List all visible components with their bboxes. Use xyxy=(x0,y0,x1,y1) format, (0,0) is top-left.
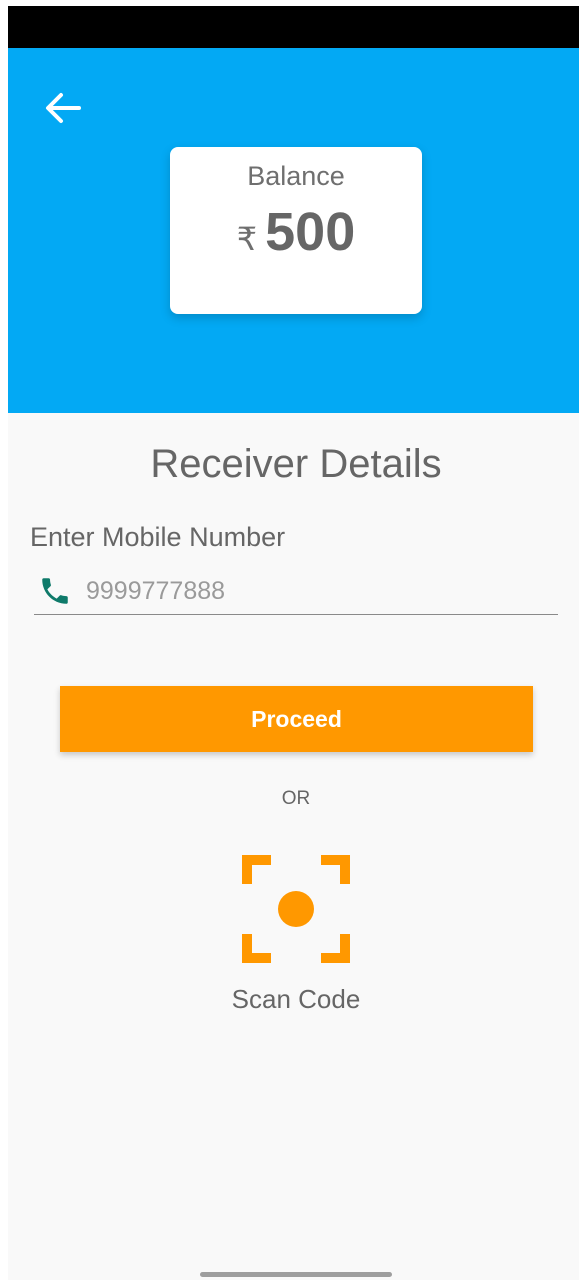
balance-amount-row: ₹ 500 xyxy=(170,201,422,263)
proceed-button[interactable]: Proceed xyxy=(60,686,533,752)
phone-icon xyxy=(42,578,68,604)
or-divider-text: OR xyxy=(281,788,311,809)
mobile-number-input[interactable] xyxy=(86,572,546,610)
scan-code-label: Scan Code xyxy=(231,984,361,1014)
app-screen: Balance ₹ 500 Receiver Details Enter Mob… xyxy=(8,6,579,1280)
section-title: Receiver Details xyxy=(150,442,442,486)
scan-code-icon xyxy=(242,855,350,963)
currency-symbol: ₹ xyxy=(236,221,258,257)
scan-code-button[interactable]: Scan Code xyxy=(220,854,372,1024)
mobile-field-label: Enter Mobile Number xyxy=(30,522,286,552)
back-button[interactable] xyxy=(38,88,88,128)
home-indicator[interactable] xyxy=(200,1272,392,1277)
mobile-field xyxy=(34,568,558,615)
header: Balance ₹ 500 xyxy=(8,48,579,413)
balance-amount: 500 xyxy=(265,202,356,262)
status-bar xyxy=(8,6,579,48)
balance-label: Balance xyxy=(247,161,345,191)
balance-card: Balance ₹ 500 xyxy=(170,147,422,314)
arrow-left-icon xyxy=(46,93,81,123)
